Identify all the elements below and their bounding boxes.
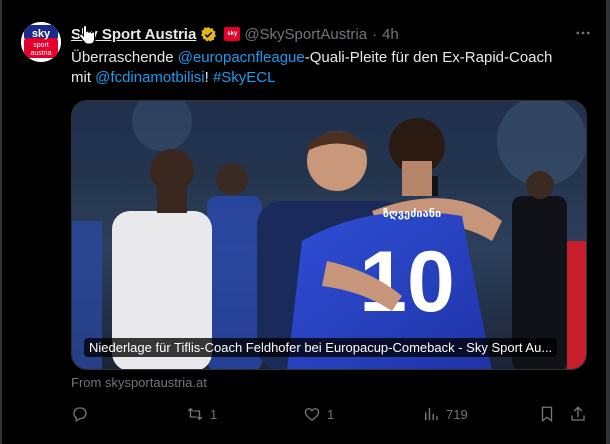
card-title[interactable]: Niederlage für Tiflis-Coach Feldhofer be… xyxy=(84,338,558,357)
share-icon xyxy=(569,405,587,423)
author-handle[interactable]: @SkySportAustria xyxy=(244,26,367,43)
views-button[interactable]: 719 xyxy=(422,403,468,425)
hand-cursor-icon xyxy=(79,24,97,46)
verified-icon xyxy=(200,26,217,43)
hashtag-skyecl[interactable]: #SkyECL xyxy=(213,69,276,86)
text-part-3: mit xyxy=(71,69,96,86)
avatar-sub1-text: sport xyxy=(33,42,49,49)
bookmark-icon xyxy=(538,405,556,423)
tweet-time[interactable]: 4h xyxy=(382,26,399,43)
reply-icon xyxy=(71,405,89,423)
separator-dot: · xyxy=(372,25,378,43)
link-card[interactable]: ზღვეძიანი 10 Niederlage für Tiflis-Coach… xyxy=(71,100,587,370)
text-part-1: Überraschende xyxy=(71,49,178,66)
text-part-4: ! xyxy=(204,69,213,86)
views-icon xyxy=(422,405,440,423)
card-image: ზღვეძიანი 10 xyxy=(72,101,586,369)
like-icon xyxy=(303,405,321,423)
avatar-sub2-text: austria xyxy=(30,50,51,57)
action-bar: 1 1 719 xyxy=(71,403,591,425)
share-button[interactable] xyxy=(569,403,587,425)
reply-button[interactable] xyxy=(71,403,95,425)
views-count: 719 xyxy=(446,406,468,422)
avatar[interactable]: sky sport austria xyxy=(21,22,61,62)
like-count: 1 xyxy=(327,406,335,422)
avatar-brand-text: sky xyxy=(32,28,51,40)
mention-fcdinamotbilisi[interactable]: @fcdinamotbilisi xyxy=(95,69,204,86)
retweet-icon xyxy=(186,405,204,423)
like-button[interactable]: 1 xyxy=(303,403,334,425)
tweet-text: Überraschende @europacnfleague-Quali-Ple… xyxy=(71,48,591,88)
bookmark-button[interactable] xyxy=(538,403,556,425)
timeline-border-right xyxy=(606,0,610,444)
text-part-2: -Quali-Pleite für den Ex-Rapid-Coach xyxy=(304,49,553,66)
retweet-button[interactable]: 1 xyxy=(186,403,217,425)
more-icon[interactable] xyxy=(572,22,594,44)
mention-europacnfleague[interactable]: @europacnfleague xyxy=(178,49,305,66)
retweet-count: 1 xyxy=(210,406,218,422)
jersey-name: ზღვეძიანი xyxy=(383,207,441,220)
affiliate-badge[interactable]: sky xyxy=(224,27,241,41)
card-source[interactable]: From skysportaustria.at xyxy=(71,375,207,390)
timeline-border-left xyxy=(0,0,2,444)
tweet-header: Sky Sport Austria sky @SkySportAustria ·… xyxy=(71,24,399,44)
